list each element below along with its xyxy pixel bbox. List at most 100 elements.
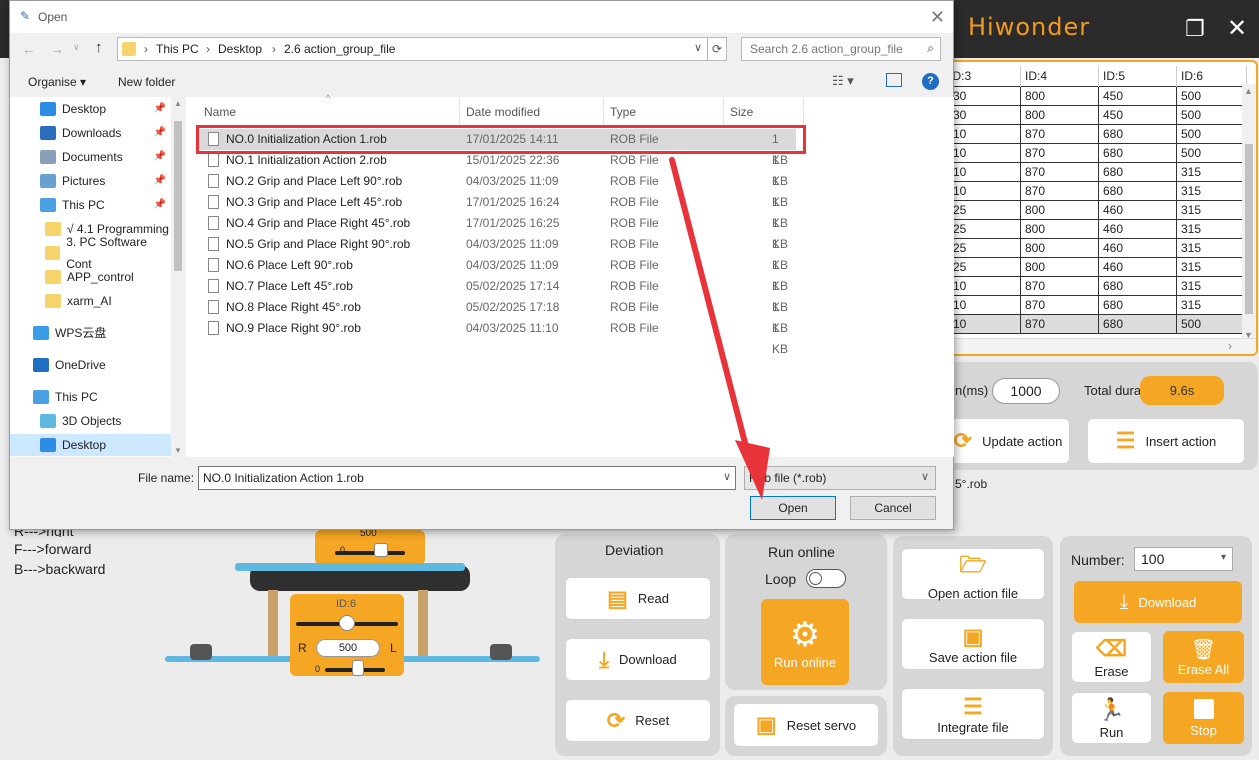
nav-item[interactable]: This PC — [10, 386, 170, 408]
run-online-button[interactable]: ⚙ Run online — [761, 599, 849, 685]
nav-item[interactable]: Pictures 📌 — [10, 170, 170, 192]
breadcrumb-desktop[interactable]: Desktop — [218, 42, 262, 56]
file-row[interactable]: NO.6 Place Left 90°.rob 04/03/2025 11:09 R… — [196, 255, 796, 293]
address-chevron-icon[interactable]: ∨ — [694, 41, 702, 54]
insert-action-button[interactable]: ☰ Insert action — [1087, 418, 1245, 464]
table-row[interactable]: 30 800 450 500 — [948, 85, 1247, 106]
table-row[interactable]: 10 870 680 500 — [948, 123, 1247, 144]
deviation-download-button[interactable]: ⤓ Download — [565, 638, 711, 681]
reset-servo-button[interactable]: ▣ Reset servo — [733, 703, 879, 747]
forward-arrow-icon[interactable]: → — [50, 41, 64, 57]
file-icon — [208, 279, 219, 293]
nav-item[interactable]: WPS云盘 — [10, 322, 170, 344]
file-row[interactable]: NO.5 Grip and Place Right 90°.rob 04/03/2… — [196, 234, 796, 272]
file-date: 05/02/2025 17:14 — [466, 279, 560, 293]
number-select[interactable]: 100 ▾ — [1134, 547, 1233, 571]
stop-button[interactable]: Stop — [1163, 692, 1244, 744]
file-type-filter[interactable]: Rob file (*.rob) ∨ — [744, 466, 936, 490]
update-action-button[interactable]: ⟳ Update action — [946, 418, 1070, 464]
folder-icon — [45, 222, 61, 236]
servo-6-slider-knob[interactable] — [339, 615, 355, 631]
nav-item[interactable]: Desktop 📌 — [10, 98, 170, 120]
nav-item[interactable]: xarm_AI — [10, 290, 170, 312]
deviation-read-button[interactable]: ▤ Read — [565, 577, 711, 620]
nav-item[interactable]: Documents 📌 — [10, 146, 170, 168]
save-action-file-button[interactable]: ▣ Save action file — [901, 618, 1045, 670]
nav-item[interactable]: This PC 📌 — [10, 194, 170, 216]
column-size[interactable]: Size — [730, 105, 753, 119]
table-row[interactable]: 25 800 460 315 — [948, 199, 1247, 220]
nav-item[interactable]: 3D Objects — [10, 410, 170, 432]
table-row[interactable]: 25 800 460 315 — [948, 256, 1247, 277]
table-row[interactable]: 10 870 680 500 — [948, 142, 1247, 163]
nav-scrollbar[interactable]: ▲ ▼ — [171, 97, 185, 457]
open-button[interactable]: Open — [750, 496, 836, 520]
servo-6-value-input[interactable]: 500 — [316, 639, 380, 657]
nav-item[interactable]: APP_control — [10, 266, 170, 288]
table-row[interactable]: 25 800 460 315 — [948, 237, 1247, 258]
close-icon[interactable]: ✕ — [1222, 14, 1252, 44]
close-icon[interactable]: ✕ — [930, 7, 945, 28]
table-row[interactable]: 10 870 680 315 — [948, 275, 1247, 296]
file-icon — [208, 153, 219, 167]
deviation-reset-button[interactable]: ⟳ Reset — [565, 699, 711, 742]
filename-chevron-icon[interactable]: ∨ — [723, 470, 731, 483]
new-folder-button[interactable]: New folder — [118, 75, 175, 89]
column-name[interactable]: Name — [204, 105, 236, 119]
folder-icon — [45, 294, 61, 308]
filename-input[interactable]: NO.0 Initialization Action 1.rob ∨ — [198, 466, 736, 490]
back-arrow-icon[interactable]: ← — [22, 41, 36, 57]
column-date[interactable]: Date modified — [466, 105, 540, 119]
table-horizontal-scrollbar[interactable]: › — [948, 338, 1256, 354]
file-row[interactable]: NO.9 Place Right 90°.rob 04/03/2025 11:10… — [196, 318, 796, 356]
nav-item[interactable]: OneDrive — [10, 354, 170, 376]
time-input[interactable]: 1000 — [992, 378, 1060, 404]
run-button[interactable]: 🏃 Run — [1071, 692, 1152, 744]
file-row[interactable]: NO.2 Grip and Place Left 90°.rob 04/03/20… — [196, 171, 796, 209]
up-arrow-icon[interactable]: ↑ — [95, 39, 103, 56]
file-name: NO.4 Grip and Place Right 45°.rob — [226, 216, 411, 230]
nav-item[interactable]: 3. PC Software Cont — [10, 235, 170, 271]
open-action-file-button[interactable]: 🗁 Open action file — [901, 548, 1045, 601]
table-vertical-scrollbar[interactable]: ▲ ▼ — [1242, 84, 1256, 342]
table-row[interactable]: 10 870 680 315 — [948, 161, 1247, 182]
address-bar[interactable]: › This PC › Desktop › 2.6 action_group_f… — [117, 37, 727, 61]
servo-5-slider-track — [335, 551, 405, 555]
table-row[interactable]: 10 870 680 315 — [948, 180, 1247, 201]
column-type[interactable]: Type — [610, 105, 636, 119]
integrate-file-button[interactable]: ☰ Integrate file — [901, 688, 1045, 740]
erase-button[interactable]: ⌫ Erase — [1071, 631, 1152, 683]
refresh-icon[interactable]: ⟳ — [707, 37, 727, 61]
servo-5-slider-knob[interactable] — [374, 543, 388, 557]
file-icon — [208, 321, 219, 335]
view-options-icon[interactable]: ☷ ▾ — [832, 73, 854, 89]
onedrive-icon — [33, 358, 49, 372]
search-input[interactable]: Search 2.6 action_group_file ⌕ — [741, 37, 941, 61]
table-cell: 10 — [948, 123, 1021, 144]
loop-toggle[interactable] — [806, 569, 846, 588]
recent-chevron-icon[interactable]: ∨ — [73, 42, 80, 53]
maximize-icon[interactable]: ❐ — [1180, 14, 1210, 44]
file-row[interactable]: NO.8 Place Right 45°.rob 05/02/2025 17:18… — [196, 297, 796, 335]
preview-pane-icon[interactable] — [886, 73, 902, 87]
pictures-icon — [40, 174, 56, 188]
table-row[interactable]: 10 870 680 315 — [948, 294, 1247, 315]
file-type: ROB File — [610, 300, 659, 314]
cancel-button[interactable]: Cancel — [850, 496, 936, 520]
organise-menu[interactable]: Organise ▾ — [28, 75, 86, 89]
breadcrumb-this-pc[interactable]: This PC — [156, 42, 199, 56]
file-row[interactable]: NO.7 Place Left 45°.rob 05/02/2025 17:14 R… — [196, 276, 796, 314]
download-button[interactable]: ⤓ Download — [1074, 581, 1242, 623]
table-row[interactable]: 30 800 450 500 — [948, 104, 1247, 125]
nav-item[interactable]: Downloads 📌 — [10, 122, 170, 144]
table-header-id5: ID:5 — [1098, 66, 1177, 86]
table-row[interactable]: 10 870 680 500 — [948, 313, 1247, 334]
erase-all-button[interactable]: 🗑 Erase All — [1163, 631, 1244, 683]
file-row[interactable]: NO.3 Grip and Place Left 45°.rob 17/01/20… — [196, 192, 796, 230]
file-row[interactable]: NO.4 Grip and Place Right 45°.rob 17/01/2… — [196, 213, 796, 251]
servo-6-bottom-knob[interactable] — [352, 660, 364, 676]
help-icon[interactable]: ? — [922, 73, 939, 90]
nav-item[interactable]: Desktop — [10, 434, 171, 456]
table-row[interactable]: 25 800 460 315 — [948, 218, 1247, 239]
breadcrumb-folder[interactable]: 2.6 action_group_file — [284, 42, 395, 56]
